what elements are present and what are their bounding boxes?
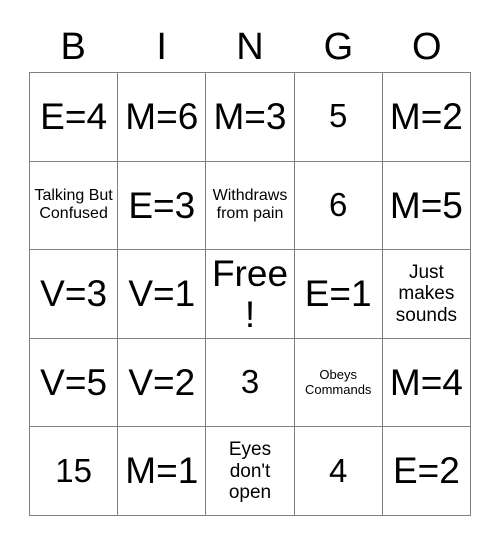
bingo-cell-label: E=2	[392, 450, 460, 492]
bingo-header-row: B I N G O	[29, 22, 471, 72]
bingo-cell-label: V=2	[128, 361, 196, 403]
bingo-cell[interactable]: M=2	[382, 73, 471, 162]
bingo-cell[interactable]: Withdraws from pain	[206, 161, 295, 251]
bingo-cell[interactable]: 6	[294, 161, 383, 251]
bingo-cell-label: E=1	[304, 273, 372, 315]
bingo-cell[interactable]: M=6	[118, 73, 207, 162]
bingo-cell-label: M=1	[125, 450, 199, 492]
bingo-cell-label: V=1	[128, 273, 196, 315]
bingo-cell-label: Free!	[211, 252, 289, 335]
bingo-cell[interactable]: 5	[294, 73, 383, 162]
bingo-cell[interactable]: V=1	[118, 250, 207, 339]
bingo-cell-label: 5	[329, 97, 348, 135]
bingo-cell[interactable]: E=1	[294, 250, 383, 339]
bingo-cell-label: M=6	[125, 96, 199, 138]
bingo-cell-label: 3	[240, 363, 260, 401]
bingo-cell-label: E=3	[128, 184, 196, 226]
bingo-free-space[interactable]: Free!	[206, 250, 295, 339]
bingo-cell[interactable]: Just makes sounds	[382, 250, 471, 339]
bingo-cell-label: Withdraws from pain	[212, 187, 288, 223]
bingo-cell[interactable]: V=2	[118, 338, 207, 428]
bingo-cell-label: Talking But Confused	[34, 187, 113, 223]
bingo-cell-label: M=5	[389, 184, 463, 226]
bingo-cell[interactable]: M=4	[382, 338, 471, 428]
bingo-cell[interactable]: V=5	[30, 338, 119, 428]
bingo-cell-label: 15	[55, 451, 92, 489]
bingo-cell[interactable]: 15	[30, 427, 119, 516]
bingo-cell[interactable]: Talking But Confused	[30, 161, 119, 251]
bingo-card: B I N G O E=4 M=6 M=3 5 M=2 Talking But Confu…	[0, 0, 500, 544]
bingo-cell-label: 4	[329, 451, 348, 489]
bingo-cell[interactable]: E=2	[382, 427, 471, 516]
bingo-header-letter-n: N	[236, 26, 264, 68]
bingo-cell[interactable]: V=3	[30, 250, 119, 339]
bingo-header-letter-g: G	[323, 26, 354, 68]
bingo-cell[interactable]: M=5	[382, 161, 471, 251]
bingo-cell-label: 6	[329, 185, 348, 223]
bingo-header-letter-i: I	[156, 26, 167, 68]
bingo-cell-label: E=4	[40, 96, 108, 138]
bingo-grid: E=4 M=6 M=3 5 M=2 Talking But Confused E=3 With…	[29, 72, 471, 516]
bingo-cell[interactable]: E=4	[30, 73, 119, 162]
bingo-cell[interactable]: E=3	[118, 161, 207, 251]
bingo-cell-label: M=2	[389, 96, 463, 138]
bingo-cell-label: M=4	[389, 361, 463, 403]
bingo-cell[interactable]: Obeys Commands	[294, 338, 383, 428]
bingo-cell[interactable]: M=3	[206, 73, 295, 162]
bingo-cell-label: Obeys Commands	[304, 367, 372, 397]
bingo-cell[interactable]: 4	[294, 427, 383, 516]
bingo-cell-label: V=3	[40, 273, 108, 315]
bingo-cell[interactable]: Eyes don't open	[206, 427, 295, 516]
bingo-cell[interactable]: 3	[206, 338, 295, 428]
bingo-cell-label: Eyes don't open	[228, 439, 272, 503]
bingo-cell-label: Just makes sounds	[395, 262, 458, 326]
bingo-header-letter-o: O	[412, 26, 442, 68]
bingo-cell[interactable]: M=1	[118, 427, 207, 516]
bingo-header-letter-b: B	[60, 26, 86, 68]
bingo-cell-label: V=5	[40, 361, 108, 403]
bingo-cell-label: M=3	[213, 96, 287, 138]
